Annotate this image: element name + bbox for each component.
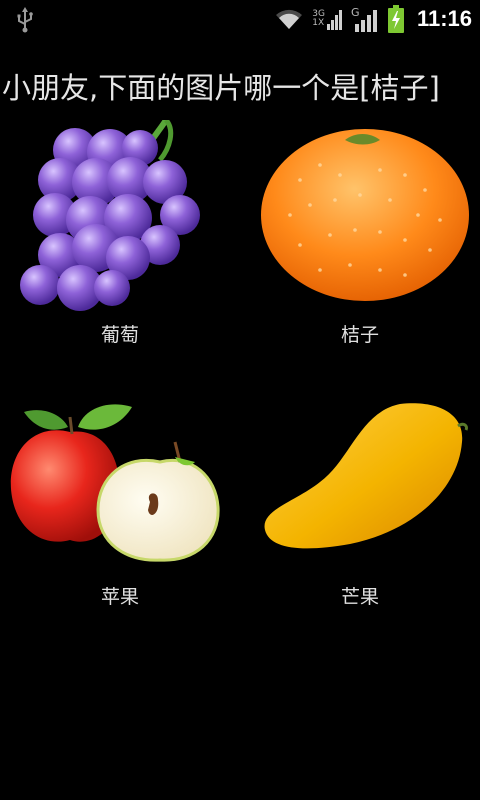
fruit-label: 芒果: [340, 586, 379, 608]
fruit-label: 苹果: [100, 586, 139, 608]
clock: 11:16: [416, 6, 472, 31]
usb-icon: [17, 7, 33, 33]
svg-text:G: G: [351, 6, 360, 19]
signal-3g-icon: [326, 10, 342, 30]
grapes-icon: [20, 120, 200, 311]
mango-icon: [264, 403, 468, 549]
wifi-icon: [276, 9, 303, 29]
fruit-option-orange[interactable]: 桔子: [240, 120, 480, 360]
fruit-label: 葡萄: [100, 324, 139, 346]
orange-icon: [261, 129, 469, 301]
fruit-label: 桔子: [340, 324, 379, 346]
network-type-label: 3G 1X: [312, 9, 325, 28]
fruit-option-mango[interactable]: 芒果: [240, 382, 480, 622]
signal-g-icon: G: [351, 6, 377, 32]
status-bar: 3G 1X G 11:16: [0, 0, 480, 38]
battery-charging-icon: [387, 5, 404, 33]
apple-icon: [10, 404, 220, 562]
fruit-option-apple[interactable]: 苹果: [0, 382, 240, 622]
fruit-option-grapes[interactable]: 葡萄: [0, 120, 240, 360]
question-text: 小朋友,下面的图片哪一个是[桔子]: [2, 71, 440, 105]
